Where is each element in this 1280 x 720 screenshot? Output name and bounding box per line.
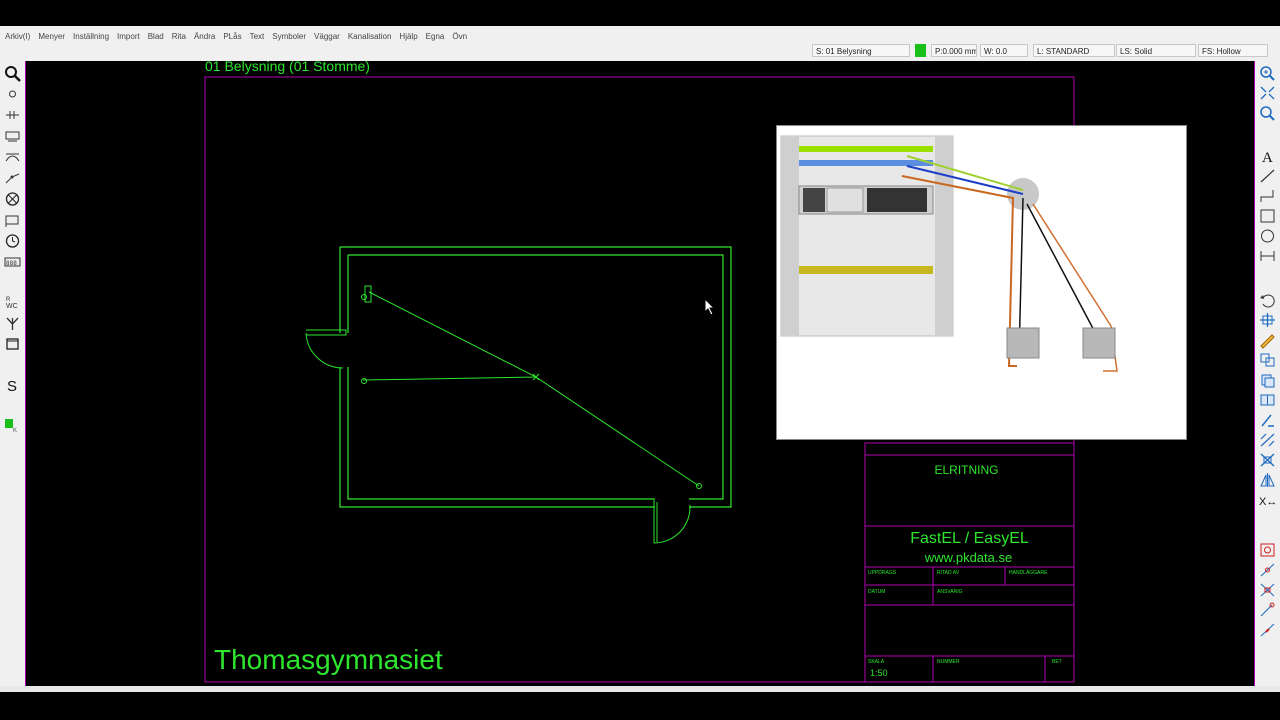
responsible-label: ANSVARIG: [937, 589, 963, 595]
scale-value: 1:50: [870, 668, 888, 678]
wiring-illustration-picture: [780, 135, 1118, 372]
scale-label: SKALA: [868, 659, 885, 665]
revision-label: BET: [1052, 659, 1062, 665]
mouse-cursor-icon: [704, 298, 716, 316]
handler-label: HANDLÄGGARE: [1009, 570, 1048, 576]
bottom-strip: [0, 686, 1280, 720]
company-website: www.pkdata.se: [924, 550, 1013, 565]
number-label: NUMMER: [937, 659, 960, 665]
outlet-point: [361, 378, 367, 384]
company-name: FastEL / EasyEL: [910, 530, 1029, 547]
switch-point: [361, 294, 367, 300]
drawing-type: ELRITNING: [934, 463, 999, 477]
layer-title: 01 Belysning (01 Stomme): [205, 58, 370, 74]
drawn-by-label: RITAD AV: [937, 570, 960, 576]
date-label: DATUM: [868, 589, 886, 595]
bottom-door: [653, 500, 691, 544]
client-label: UPPDRAGS: [868, 570, 897, 576]
bottom-status-line: [0, 686, 1280, 692]
left-door: [305, 329, 347, 369]
switch-symbol: [364, 285, 372, 303]
wire-horizontal: [362, 376, 537, 381]
wiring-illustration: [776, 125, 1187, 440]
site-name: Thomasgymnasiet: [214, 644, 443, 675]
wire-diagonal: [368, 291, 700, 487]
